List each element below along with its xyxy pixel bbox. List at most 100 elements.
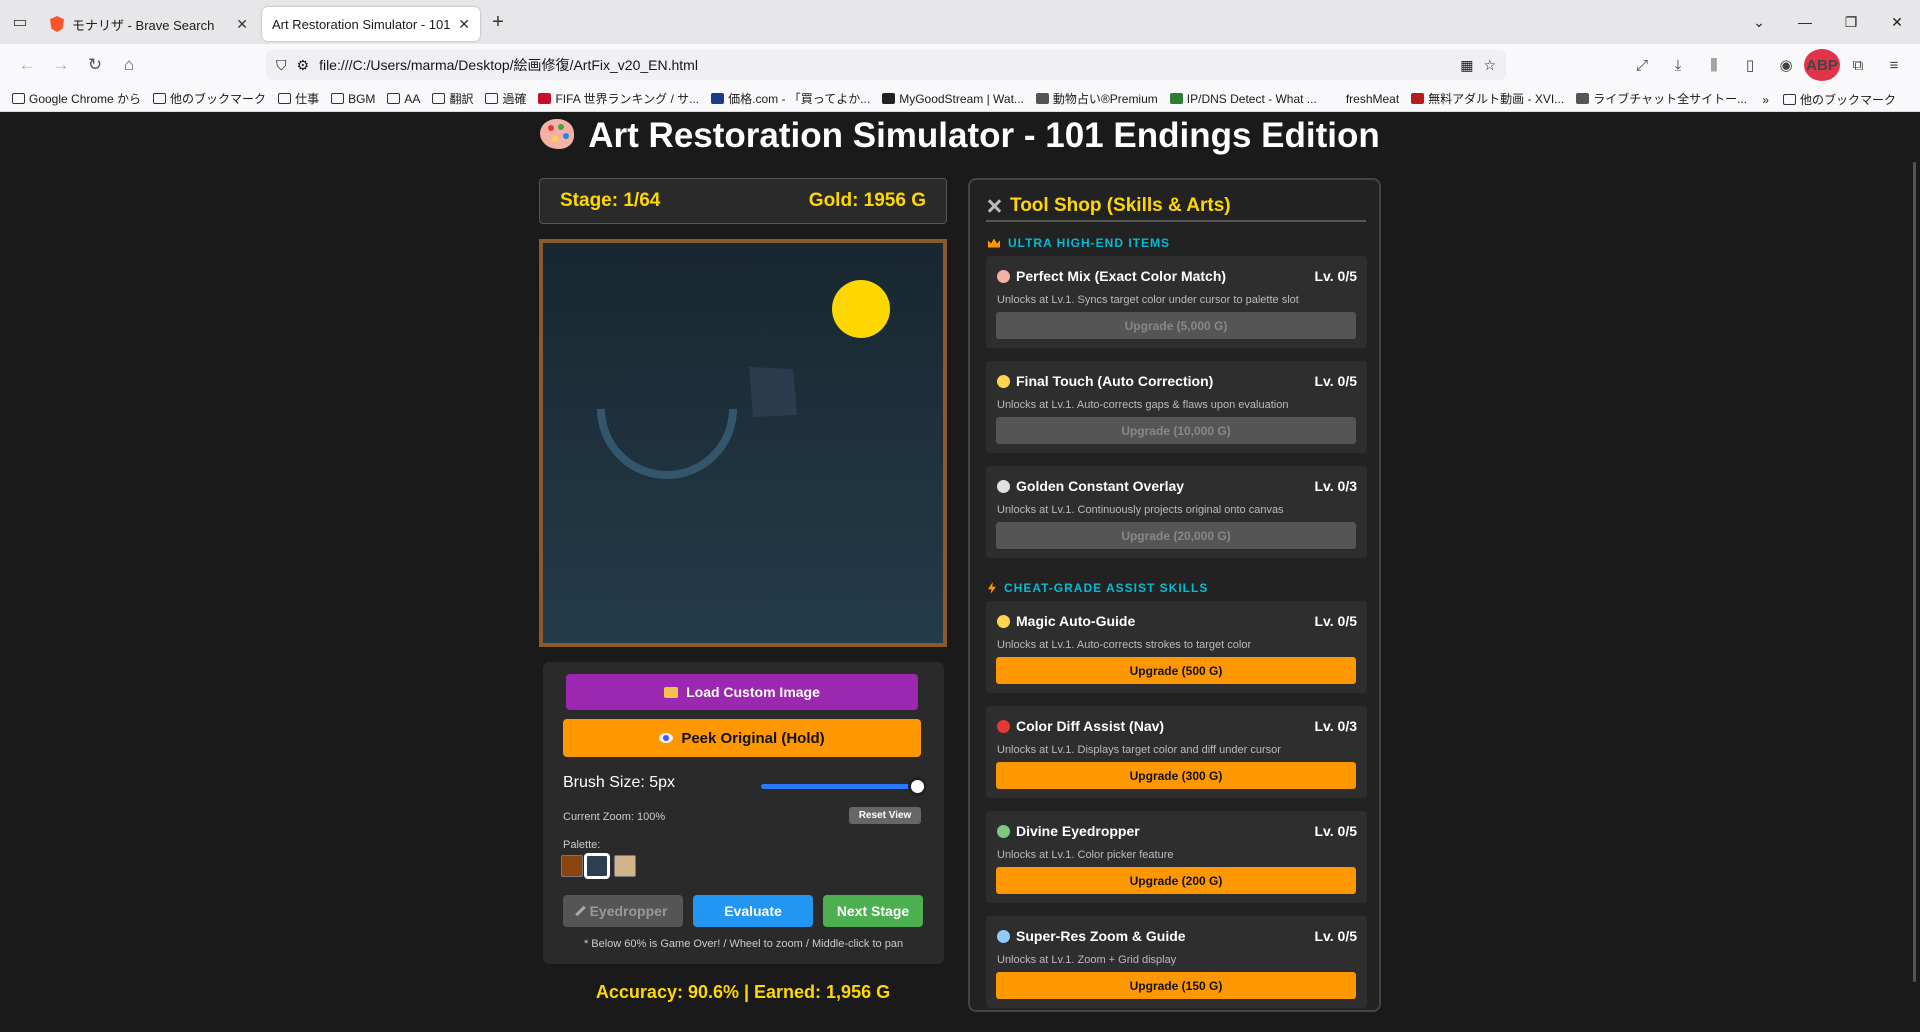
bookmark-label: 仕事 — [295, 92, 320, 106]
shield-icon[interactable]: ⛉ — [276, 57, 287, 74]
palette-icon — [997, 269, 1010, 283]
restore-button[interactable]: ❐ — [1828, 14, 1874, 31]
load-custom-image-button[interactable]: Load Custom Image — [566, 674, 918, 710]
item-name: Magic Auto-Guide — [997, 613, 1135, 629]
page-info-icon[interactable]: ⚙ — [297, 57, 310, 74]
shop-item: Magic Auto-Guide Lv. 0/5 Unlocks at Lv.1. … — [986, 601, 1367, 693]
fullscreen-icon[interactable]: ⤢ — [1624, 49, 1660, 81]
canvas-drawing[interactable] — [543, 243, 943, 643]
bookmark-item[interactable]: 動物占い®Premium — [1035, 90, 1158, 107]
library-icon[interactable]: ⫼ — [1696, 49, 1732, 81]
peek-original-button[interactable]: Peek Original (Hold) — [563, 719, 921, 757]
bookmark-item[interactable]: FIFA 世界ランキング / サ... — [538, 90, 699, 107]
page-scrollbar[interactable] — [1913, 162, 1916, 982]
adblock-icon[interactable]: ABP — [1804, 49, 1840, 81]
bookmark-item[interactable]: 仕事 — [278, 90, 319, 107]
item-level: Lv. 0/5 — [1314, 928, 1357, 944]
reload-button[interactable]: ↻ — [78, 49, 112, 81]
item-name: Super-Res Zoom & Guide — [997, 928, 1186, 944]
bookmark-label: 無料アダルト動画 - XVI... — [1428, 92, 1565, 106]
tools-icon — [986, 198, 1002, 214]
globe-icon — [1576, 93, 1590, 104]
bookmark-item[interactable]: BGM — [331, 92, 375, 106]
menu-icon[interactable]: ≡ — [1876, 49, 1912, 81]
item-level: Lv. 0/5 — [1314, 613, 1357, 629]
back-button[interactable]: ← — [10, 49, 44, 81]
bookmark-star-icon[interactable]: ☆ — [1483, 57, 1496, 74]
item-description: Unlocks at Lv.1. Auto-corrects strokes t… — [997, 639, 1252, 651]
shop-heading: Tool Shop (Skills & Arts) — [986, 192, 1366, 222]
slider-thumb[interactable] — [908, 777, 927, 796]
extensions-icon[interactable]: ⧉ — [1840, 49, 1876, 81]
shop-section-title: ULTRA HIGH-END ITEMS — [988, 236, 1170, 250]
bookmark-label: 過確 — [502, 92, 527, 106]
close-window-button[interactable]: ✕ — [1874, 14, 1920, 31]
tab-art-restoration[interactable]: Art Restoration Simulator - 101 End ✕ — [262, 7, 480, 41]
folder-icon — [12, 93, 25, 104]
bookmark-label: 価格.com - 「買ってよか... — [728, 92, 871, 106]
palette-icon — [540, 119, 575, 149]
bookmark-item[interactable]: Google Chrome から — [12, 90, 141, 107]
painting-canvas[interactable] — [539, 239, 947, 647]
new-tab-button[interactable]: + — [480, 11, 516, 34]
next-stage-button[interactable]: Next Stage — [823, 895, 923, 927]
folder-icon — [387, 93, 401, 104]
bookmark-item[interactable]: 無料アダルト動画 - XVI... — [1411, 90, 1564, 107]
bookmark-item[interactable]: ライブチャット全サイトー... — [1576, 90, 1747, 107]
upgrade-button[interactable]: Upgrade (5,000 G) — [996, 312, 1356, 339]
painted-smile-arc — [597, 408, 737, 479]
url-text[interactable]: file:///C:/Users/marma/Desktop/絵画修復/ArtF… — [319, 55, 1450, 75]
mygoodstream-icon — [882, 93, 896, 104]
item-name: Color Diff Assist (Nav) — [997, 718, 1164, 734]
forward-button[interactable]: → — [44, 49, 78, 81]
item-name: Divine Eyedropper — [997, 823, 1140, 839]
hint-text: * Below 60% is Game Over! / Wheel to zoo… — [583, 938, 904, 950]
sidebar-icon[interactable]: ▯ — [1732, 49, 1768, 81]
evaluate-button[interactable]: Evaluate — [693, 895, 813, 927]
eye-icon — [997, 479, 1010, 493]
item-level: Lv. 0/5 — [1314, 268, 1357, 284]
url-bar[interactable]: ⛉ ⚙ file:///C:/Users/marma/Desktop/絵画修復/… — [266, 50, 1506, 80]
bookmark-item[interactable]: MyGoodStream | Wat... — [882, 92, 1024, 106]
bookmark-item[interactable]: IP/DNS Detect - What ... — [1169, 92, 1317, 106]
palette-swatch-slate[interactable] — [584, 853, 610, 879]
minimize-button[interactable]: — — [1782, 14, 1828, 30]
tab-title: モナリザ - Brave Search — [72, 17, 215, 33]
reset-view-button[interactable]: Reset View — [849, 807, 921, 824]
downloads-icon[interactable]: ⤓ — [1660, 49, 1696, 81]
upgrade-button[interactable]: Upgrade (20,000 G) — [996, 522, 1356, 549]
tab-overflow-chevron-icon[interactable]: ⌄ — [1736, 14, 1782, 31]
eye-icon — [659, 733, 674, 743]
bookmark-label: FIFA 世界ランキング / サ... — [555, 92, 700, 106]
upgrade-button[interactable]: Upgrade (300 G) — [996, 762, 1356, 789]
bookmark-item[interactable]: freshMeat — [1329, 92, 1399, 106]
bookmark-item[interactable]: 価格.com - 「買ってよか... — [711, 90, 870, 107]
close-tab-icon[interactable]: ✕ — [458, 16, 470, 33]
page-title-text: Art Restoration Simulator - 101 Endings … — [588, 116, 1380, 155]
fifa-icon — [538, 93, 552, 104]
qr-code-icon[interactable]: ▦ — [1460, 57, 1473, 74]
upgrade-button[interactable]: Upgrade (200 G) — [996, 867, 1356, 894]
tab-brave-search[interactable]: モナリザ - Brave Search ✕ — [40, 7, 258, 41]
upgrade-button[interactable]: Upgrade (500 G) — [996, 657, 1356, 684]
palette-swatch-brown[interactable] — [561, 855, 583, 877]
peek-label: Peek Original (Hold) — [681, 729, 825, 747]
load-label: Load Custom Image — [686, 684, 820, 700]
upgrade-button[interactable]: Upgrade (10,000 G) — [996, 417, 1356, 444]
close-tab-icon[interactable]: ✕ — [236, 16, 248, 33]
other-bookmarks[interactable]: 他のブックマーク — [1782, 91, 1896, 108]
bookmark-item[interactable]: 過確 — [485, 90, 526, 107]
eyedropper-button[interactable]: Eyedropper — [563, 895, 683, 927]
palette-swatch-tan[interactable] — [614, 855, 636, 877]
home-button[interactable]: ⌂ — [112, 49, 146, 81]
bookmark-item[interactable]: 他のブックマーク — [153, 90, 266, 107]
account-icon[interactable]: ◉ — [1768, 49, 1804, 81]
bookmark-label: ライブチャット全サイトー... — [1593, 92, 1748, 106]
tab-list-icon[interactable]: ▭ — [0, 0, 40, 44]
bookmark-item[interactable]: AA — [387, 92, 420, 106]
brush-size-slider[interactable] — [761, 777, 927, 796]
bookmark-item[interactable]: 翻訳 — [432, 90, 473, 107]
bookmarks-overflow-icon[interactable]: » — [1762, 93, 1769, 107]
upgrade-button[interactable]: Upgrade (150 G) — [996, 972, 1356, 999]
item-description: Unlocks at Lv.1. Displays target color a… — [997, 744, 1281, 756]
